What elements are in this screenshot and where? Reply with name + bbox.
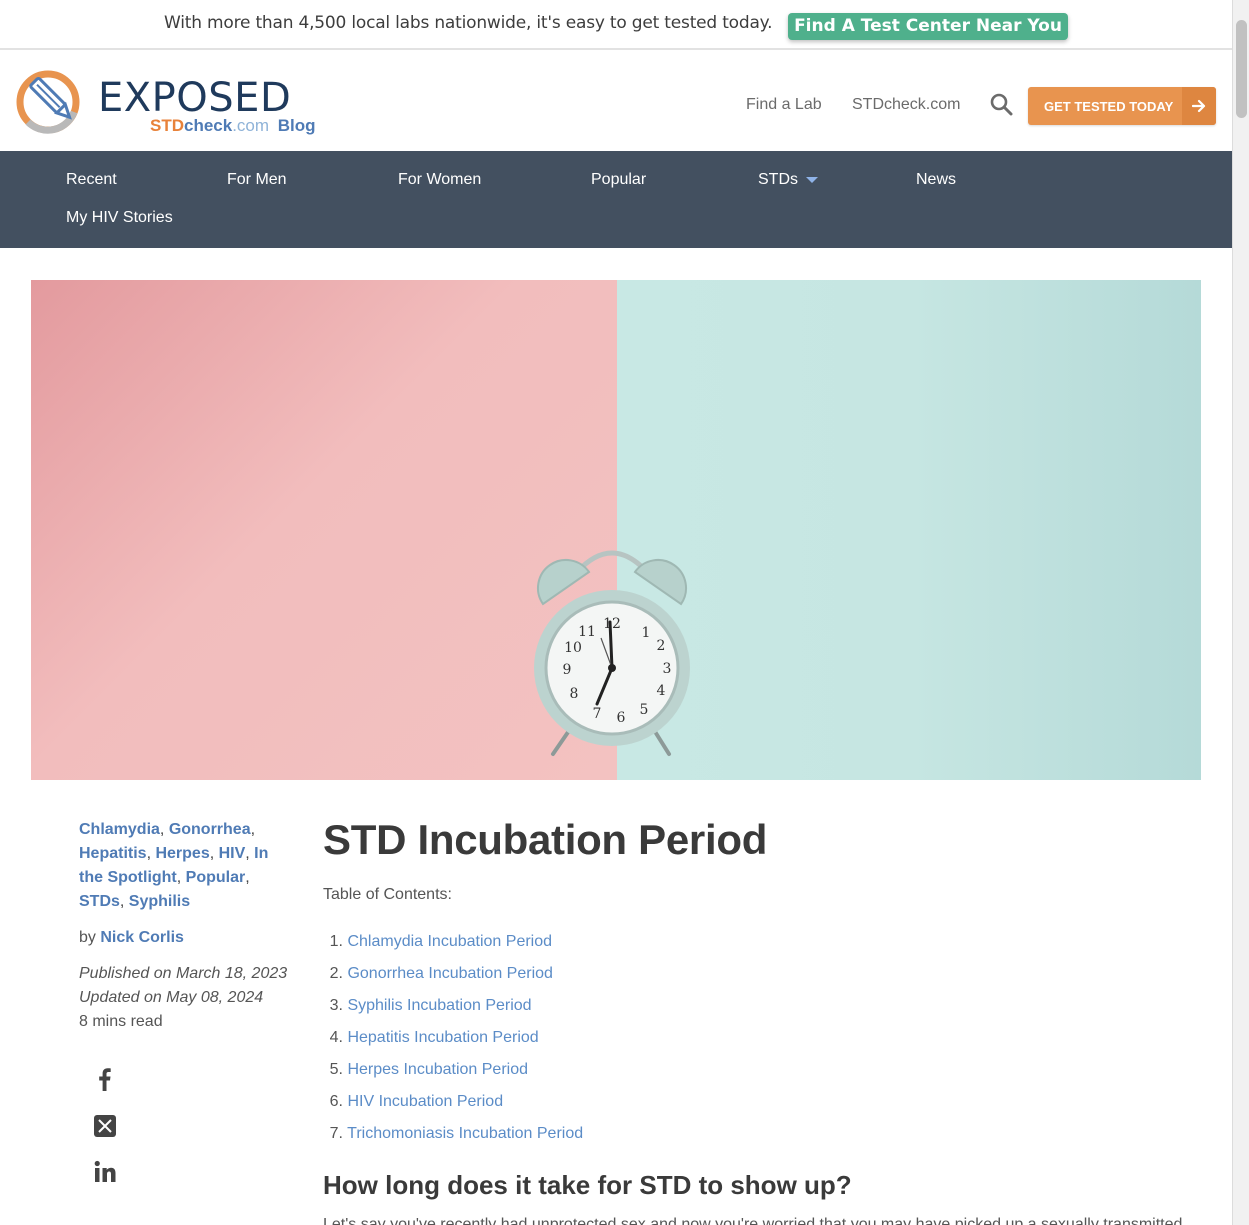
- toc-link[interactable]: Trichomoniasis Incubation Period: [347, 1125, 583, 1142]
- category-link[interactable]: STDs: [79, 893, 120, 910]
- find-a-lab-link[interactable]: Find a Lab: [746, 96, 822, 114]
- section-heading: How long does it take for STD to show up…: [323, 1170, 852, 1200]
- toc-number: 3.: [329, 997, 343, 1014]
- nav-news[interactable]: News: [916, 171, 956, 189]
- category-link[interactable]: Chlamydia: [79, 821, 160, 838]
- nav-for-men[interactable]: For Men: [227, 171, 287, 189]
- logo-com: .com: [232, 116, 270, 135]
- promo-banner: With more than 4,500 local labs nationwi…: [0, 0, 1232, 50]
- category-link[interactable]: Hepatitis: [79, 845, 147, 862]
- nav-my-hiv-stories[interactable]: My HIV Stories: [66, 209, 173, 227]
- promo-text: With more than 4,500 local labs nationwi…: [164, 13, 773, 33]
- page-scrollbar[interactable]: [1232, 0, 1249, 1225]
- site-logo[interactable]: EXPOSED STDcheck.com Blog: [14, 64, 324, 136]
- category-link[interactable]: Syphilis: [129, 893, 190, 910]
- svg-text:9: 9: [563, 662, 572, 678]
- byline-prefix: by: [79, 929, 96, 946]
- toc-link[interactable]: Syphilis Incubation Period: [347, 997, 531, 1014]
- svg-text:10: 10: [564, 640, 582, 656]
- toc-link[interactable]: Gonorrhea Incubation Period: [347, 965, 552, 982]
- article-title: STD Incubation Period: [323, 816, 768, 863]
- toc-item: 6. HIV Incubation Period: [323, 1086, 1203, 1118]
- post-dates: Published on March 18, 2023 Updated on M…: [79, 962, 294, 1034]
- alarm-clock-icon: 12 1 2 3 4 5 6 7 8 9 10 11: [534, 550, 690, 756]
- svg-text:1: 1: [642, 625, 651, 641]
- svg-text:8: 8: [570, 686, 579, 702]
- main-nav: Recent For Men For Women Popular STDs Ne…: [0, 151, 1232, 248]
- svg-text:6: 6: [617, 710, 626, 726]
- toc-item: 7. Trichomoniasis Incubation Period: [323, 1118, 1203, 1150]
- article: STD Incubation Period Table of Contents:…: [323, 816, 1203, 1225]
- svg-text:4: 4: [657, 683, 666, 699]
- published-date: Published on March 18, 2023: [79, 965, 288, 982]
- toc-number: 6.: [329, 1093, 343, 1110]
- logo-subtitle: STDcheck.com Blog: [150, 116, 316, 136]
- find-test-center-button[interactable]: Find A Test Center Near You: [788, 13, 1068, 40]
- author-link[interactable]: Nick Corlis: [100, 929, 184, 946]
- linkedin-icon[interactable]: [92, 1159, 118, 1185]
- nav-stds-label: STDs: [758, 171, 798, 188]
- nav-popular[interactable]: Popular: [591, 171, 646, 189]
- nav-stds[interactable]: STDs: [758, 171, 818, 189]
- site-header: EXPOSED STDcheck.com Blog Find a Lab STD…: [0, 50, 1232, 151]
- get-tested-label: GET TESTED TODAY: [1044, 99, 1174, 114]
- svg-text:3: 3: [663, 661, 672, 677]
- nav-recent[interactable]: Recent: [66, 171, 117, 189]
- hero-image: 12 1 2 3 4 5 6 7 8 9 10 11: [31, 280, 1201, 780]
- hero-teal-half: [617, 280, 1201, 780]
- logo-check: check: [184, 116, 233, 135]
- nav-for-women[interactable]: For Women: [398, 171, 481, 189]
- post-meta: Chlamydia, Gonorrhea, Hepatitis, Herpes,…: [79, 818, 294, 1034]
- toc-item: 2. Gonorrhea Incubation Period: [323, 958, 1203, 990]
- toc-item: 3. Syphilis Incubation Period: [323, 990, 1203, 1022]
- toc-link[interactable]: HIV Incubation Period: [347, 1093, 503, 1110]
- toc-item: 4. Hepatitis Incubation Period: [323, 1022, 1203, 1054]
- toc-item: 5. Herpes Incubation Period: [323, 1054, 1203, 1086]
- table-of-contents: 1. Chlamydia Incubation Period 2. Gonorr…: [323, 926, 1203, 1150]
- logo-wordmark: EXPOSED: [98, 75, 292, 121]
- toc-number: 5.: [329, 1061, 343, 1078]
- byline: by Nick Corlis: [79, 929, 294, 947]
- toc-link[interactable]: Hepatitis Incubation Period: [347, 1029, 538, 1046]
- facebook-icon[interactable]: [92, 1066, 118, 1092]
- updated-date: Updated on May 08, 2024: [79, 989, 264, 1006]
- toc-link[interactable]: Herpes Incubation Period: [347, 1061, 528, 1078]
- stdcheck-link[interactable]: STDcheck.com: [852, 96, 960, 114]
- category-link[interactable]: HIV: [219, 845, 246, 862]
- read-time: 8 mins read: [79, 1013, 163, 1030]
- article-paragraph: Let's say you've recently had unprotecte…: [323, 1216, 1183, 1225]
- toc-number: 1.: [329, 933, 343, 950]
- category-link[interactable]: Gonorrhea: [169, 821, 251, 838]
- arrow-right-icon: [1192, 99, 1206, 113]
- svg-text:7: 7: [593, 706, 602, 722]
- toc-number: 7.: [329, 1125, 343, 1142]
- logo-blog: Blog: [277, 116, 316, 135]
- toc-link[interactable]: Chlamydia Incubation Period: [347, 933, 552, 950]
- scrollbar-thumb[interactable]: [1236, 20, 1247, 118]
- toc-item: 1. Chlamydia Incubation Period: [323, 926, 1203, 958]
- svg-text:2: 2: [657, 638, 666, 654]
- svg-text:11: 11: [578, 624, 596, 640]
- chevron-down-icon: [806, 176, 818, 183]
- svg-text:5: 5: [640, 702, 649, 718]
- toc-label: Table of Contents:: [323, 886, 452, 903]
- svg-text:12: 12: [603, 616, 621, 632]
- cta-arrow-box: [1182, 87, 1216, 125]
- search-icon[interactable]: [989, 92, 1013, 116]
- logo-std: STD: [150, 116, 184, 135]
- pencil-logo-icon: [16, 70, 80, 134]
- category-link[interactable]: Popular: [186, 869, 246, 886]
- toc-number: 4.: [329, 1029, 343, 1046]
- category-list: Chlamydia, Gonorrhea, Hepatitis, Herpes,…: [79, 821, 269, 910]
- get-tested-button[interactable]: GET TESTED TODAY: [1028, 87, 1216, 125]
- category-link[interactable]: Herpes: [155, 845, 209, 862]
- toc-number: 2.: [329, 965, 343, 982]
- x-twitter-icon[interactable]: [92, 1113, 118, 1139]
